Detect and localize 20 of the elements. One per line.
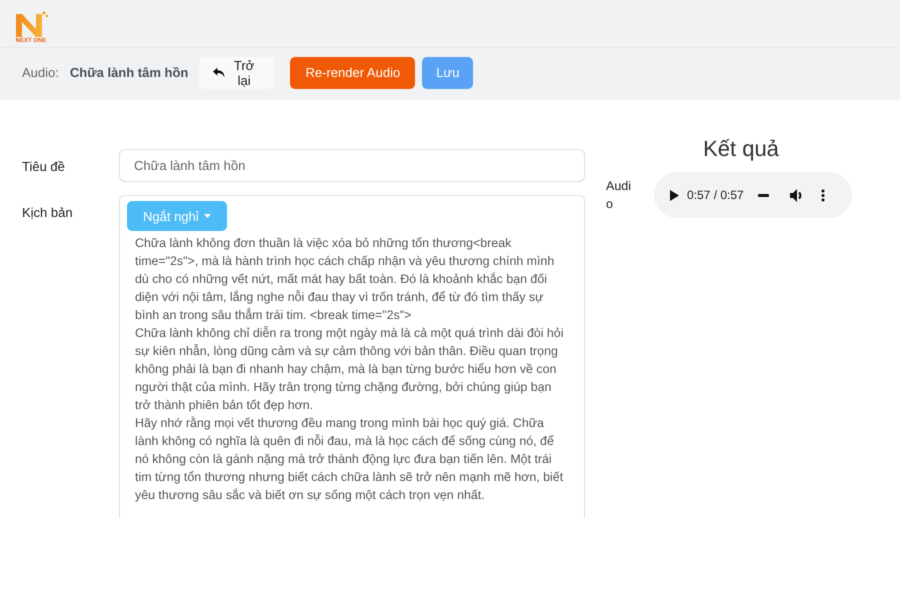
caret-icon xyxy=(204,214,211,218)
seek-bar-icon[interactable] xyxy=(758,194,769,196)
back-button[interactable]: Trở lại xyxy=(199,56,274,88)
audio-label: Audio: xyxy=(22,65,59,80)
script-paragraph: Chữa lành không chỉ diễn ra trong một ngày mà là cả một quá trình dài đòi hỏi sự kiên nhẫn, lòng dũng cảm và sự cảm thông với bản thân. Điều quan trọng không phải là bạn đi nhanh hay chậm, mà là bạn từng bước hiểu hơn về con người thật của mình. Hãy trân trọng từng chặng đường, bởi chúng giúp bạn trở thành phiên bản tốt đẹp hơn. xyxy=(135,325,564,414)
field-label: Kịch bản xyxy=(22,204,74,222)
audio-player[interactable]: 0:57 / 0:57 xyxy=(654,172,852,218)
audio-name: Chữa lành tâm hồn xyxy=(70,65,188,80)
result-heading: Kết quả xyxy=(702,136,780,162)
script-field[interactable] xyxy=(119,195,585,518)
title-field[interactable]: Chữa lành tâm hồn xyxy=(119,149,585,182)
re-render-button[interactable]: Re-render Audio xyxy=(290,56,416,88)
audio-label: Audio xyxy=(606,178,632,213)
back-arrow-icon xyxy=(213,67,225,78)
script-paragraph: Hãy nhớ rằng mọi vết thương đều mang trong mình bài học quý giá. Chữa lành không có nghĩa là quên đi nỗi đau, mà là học cách để sống cùng nó, để nó không còn là gánh nặng mà trở thành động lực đưa bạn tiến lên. Một trái tim từng tổn thương nhưng biết cách chữa lành sẽ trở nên mạnh mẽ hơn, biết yêu thương sâu sắc và biết ơn sự sống một cách trọn vẹn nhất. xyxy=(135,415,564,504)
time-readout: 0:57 / 0:57 xyxy=(687,188,744,202)
play-icon[interactable] xyxy=(670,190,679,200)
field-label: Tiêu đề xyxy=(22,158,66,176)
script-paragraph: Chữa lành không đơn thuần là việc xóa bỏ những tổn thương<break time="2s">, mà là hành trình học cách chấp nhận và yêu thương chính mình dù cho có những vết nứt, mất mát hay bất toàn. Đó là khoảnh khắc bạn đối diện với nội tâm, lắng nghe nỗi đau thay vì trốn tránh, để từ đó tìm thấy sự bình an trong sâu thẳm trái tim. <break time="2s"> xyxy=(135,235,556,324)
more-options-icon[interactable] xyxy=(820,188,825,202)
